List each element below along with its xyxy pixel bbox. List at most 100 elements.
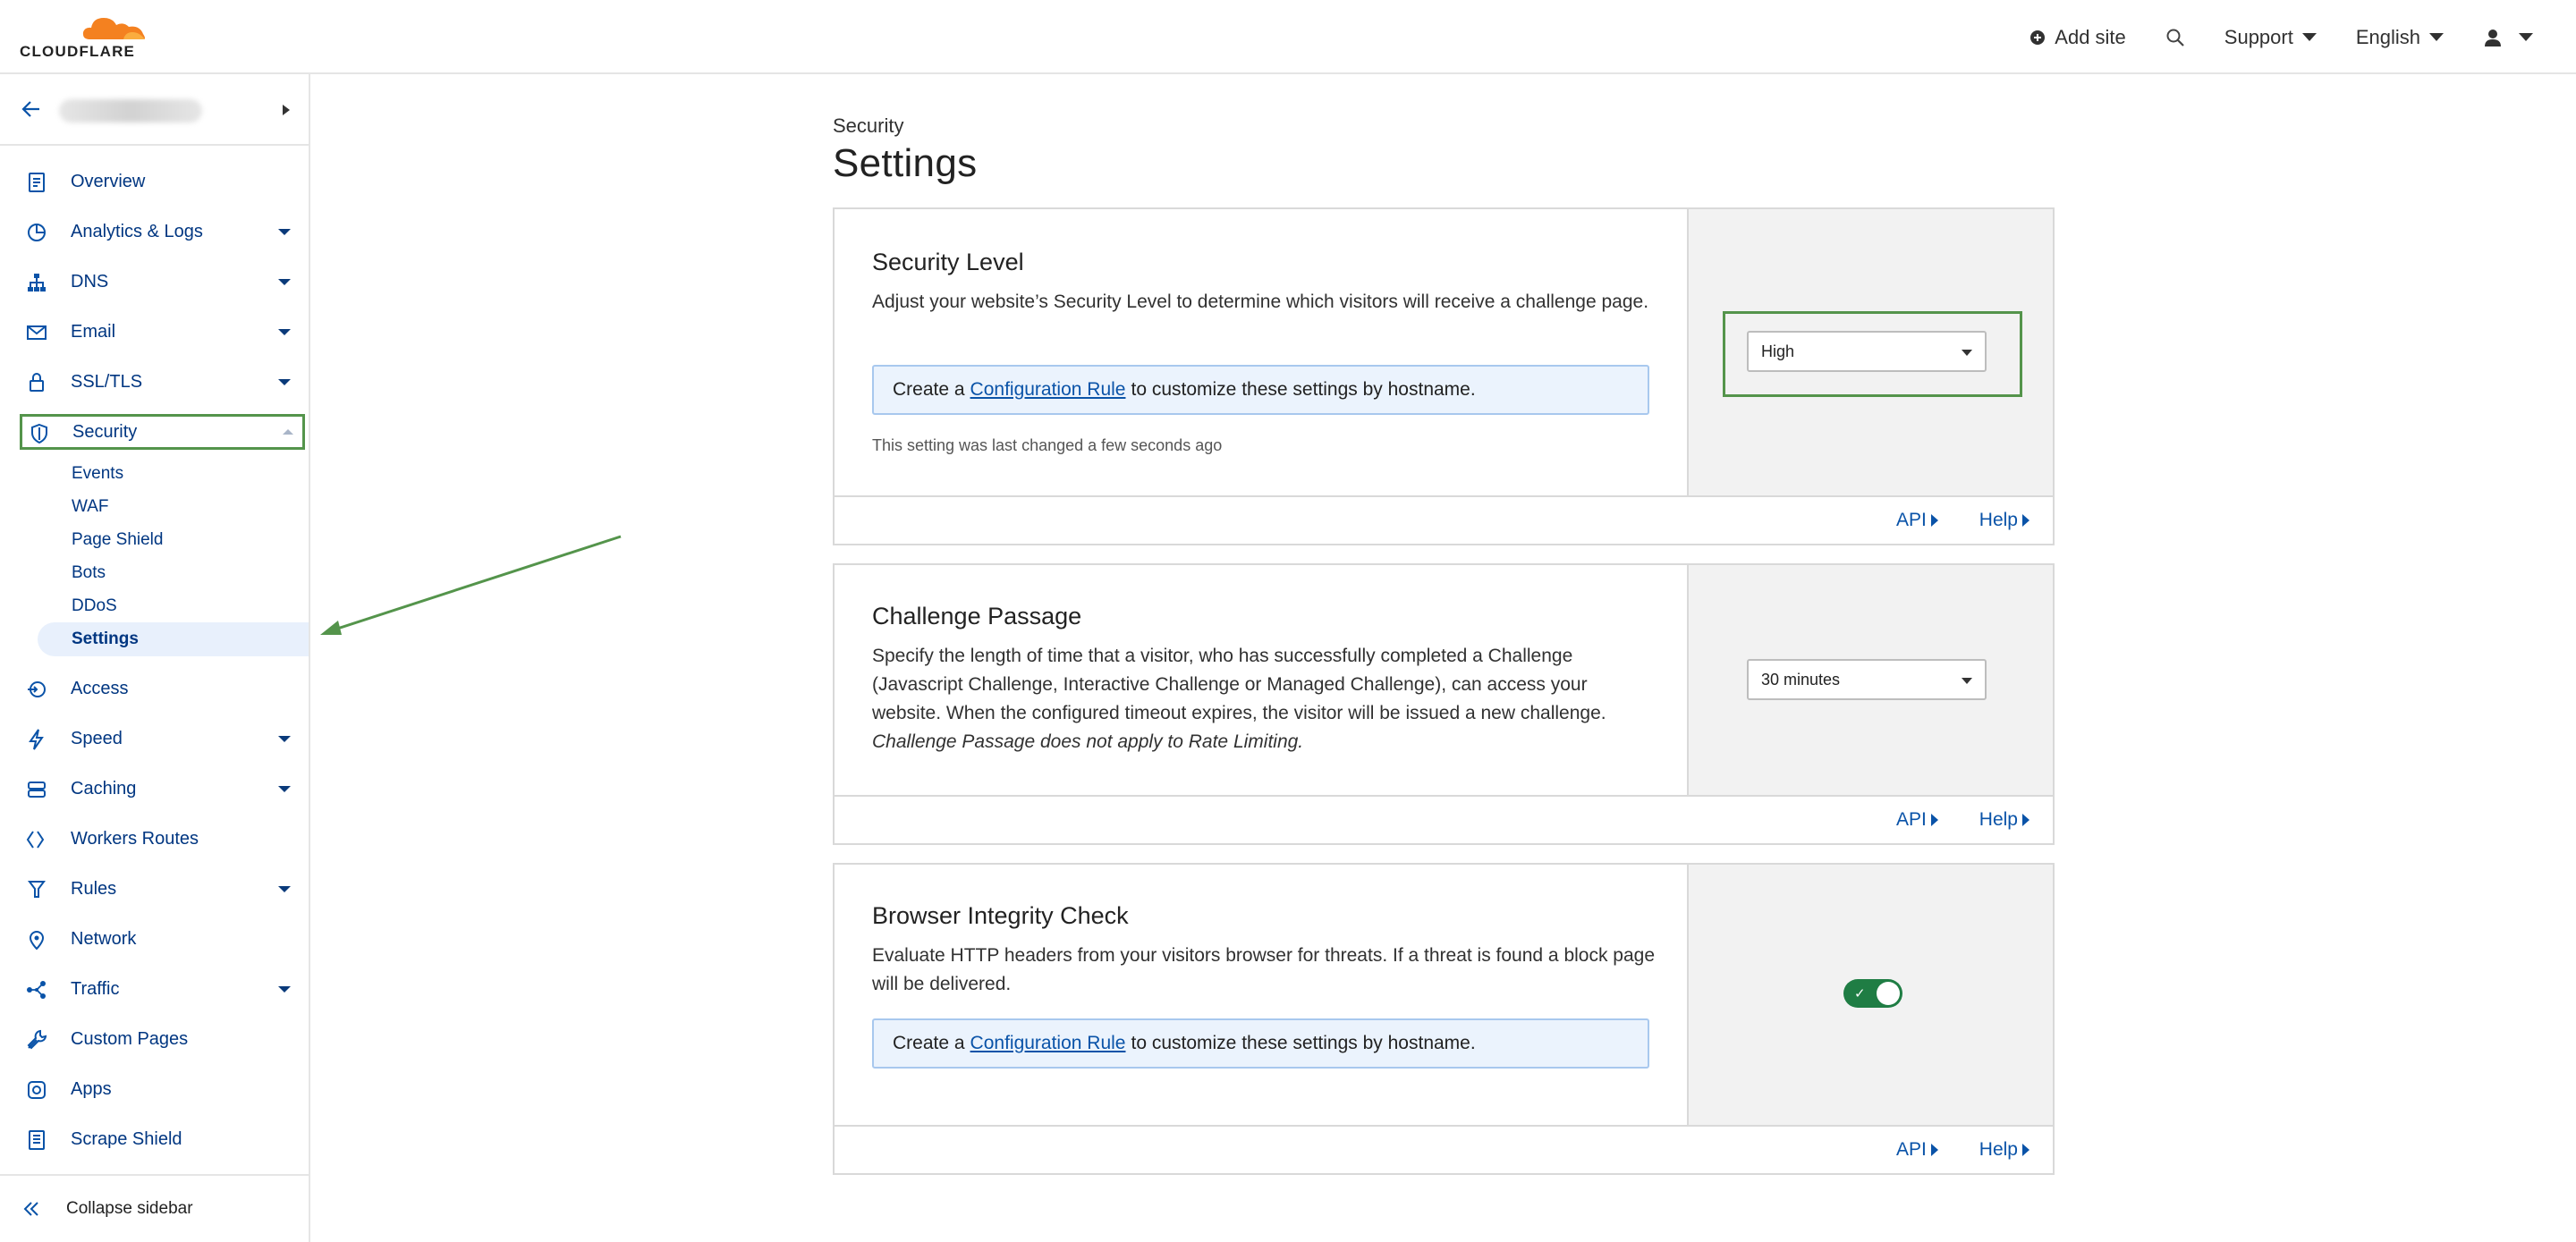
sidebar-subitem-settings[interactable]: Settings [38, 622, 309, 656]
sidebar-item-network[interactable]: Network [0, 914, 309, 964]
page-header: Security Settings [833, 114, 2055, 186]
chevron-right-icon[interactable] [283, 105, 290, 115]
sidebar-subitem-events[interactable]: Events [0, 457, 309, 490]
chevron-down-icon[interactable] [278, 329, 291, 335]
chevron-down-icon[interactable] [278, 886, 291, 892]
api-link[interactable]: API [1896, 510, 1938, 531]
configuration-rule-link[interactable]: Configuration Rule [970, 379, 1126, 401]
help-link[interactable]: Help [1979, 1139, 2029, 1161]
description-note: Challenge Passage does not apply to Rate… [872, 731, 1304, 752]
chevron-down-icon [2429, 33, 2444, 41]
card-control-panel: 30 minutes [1687, 565, 2053, 795]
sidebar-item-custom-pages[interactable]: Custom Pages [0, 1014, 309, 1064]
browser-integrity-toggle[interactable]: ✓ [1843, 979, 1902, 1008]
pie-chart-icon [28, 224, 46, 241]
chevron-down-icon[interactable] [278, 379, 291, 385]
sidebar-item-traffic[interactable]: Traffic [0, 964, 309, 1014]
collapse-label: Collapse sidebar [66, 1199, 193, 1218]
language-menu[interactable]: English [2356, 26, 2444, 49]
checkmark-icon: ✓ [1854, 985, 1866, 1001]
cloudflare-logo[interactable]: CLOUDFLARE [20, 13, 152, 60]
sidebar-item-analytics[interactable]: Analytics & Logs [0, 207, 309, 257]
workers-icon [26, 831, 45, 849]
chevron-down-icon [2301, 33, 2317, 41]
rules-icon [28, 881, 46, 898]
help-link[interactable]: Help [1979, 510, 2029, 531]
security-level-select[interactable]: High [1747, 331, 1987, 372]
help-link[interactable]: Help [1979, 809, 2029, 831]
sidebar-item-label: Email [71, 321, 116, 342]
footer-links: API Help [1896, 510, 2029, 531]
card-footer: API Help [835, 795, 2053, 843]
sidebar-item-label: DNS [71, 271, 109, 291]
sidebar-subitem-page-shield[interactable]: Page Shield [0, 523, 309, 556]
chevron-down-icon[interactable] [278, 279, 291, 285]
configuration-rule-callout: Create a Configuration Rule to customize… [872, 1018, 1649, 1069]
chevron-down-icon [2519, 33, 2533, 41]
user-menu[interactable] [2483, 28, 2533, 47]
plus-circle-icon [2030, 30, 2046, 45]
back-arrow-icon[interactable] [20, 97, 43, 121]
add-site-button[interactable]: Add site [2029, 26, 2126, 49]
challenge-passage-select[interactable]: 30 minutes [1747, 659, 1987, 700]
shield-icon [31, 423, 47, 444]
sidebar-item-access[interactable]: Access [0, 663, 309, 714]
card-control-panel: High [1687, 209, 2053, 495]
api-link[interactable]: API [1896, 1139, 1938, 1161]
sidebar-item-label: Caching [71, 778, 137, 798]
sidebar-item-security[interactable]: Security [20, 414, 305, 450]
sidebar-item-workers-routes[interactable]: Workers Routes [0, 814, 309, 864]
configuration-rule-link[interactable]: Configuration Rule [970, 1033, 1126, 1054]
card-description: Evaluate HTTP headers from your visitors… [872, 945, 1656, 994]
sidebar-subitem-waf[interactable]: WAF [0, 490, 309, 523]
chevron-down-icon[interactable] [278, 986, 291, 993]
sidebar-item-label: Security [72, 421, 138, 442]
chevron-up-icon[interactable] [283, 429, 293, 435]
sidebar-item-apps[interactable]: Apps [0, 1064, 309, 1114]
chevron-down-icon[interactable] [278, 786, 291, 792]
cloud-icon [82, 18, 145, 39]
select-value: High [1761, 342, 1795, 360]
footer-links: API Help [1896, 809, 2029, 831]
sidebar-item-speed[interactable]: Speed [0, 714, 309, 764]
site-selector[interactable] [0, 74, 309, 146]
traffic-icon [27, 981, 46, 999]
network-tree-icon [28, 274, 46, 291]
help-label: Help [1979, 1139, 2018, 1160]
lock-icon [30, 373, 44, 392]
sidebar-item-scrape-shield[interactable]: Scrape Shield [0, 1114, 309, 1164]
challenge-passage-card: Challenge Passage Specify the length of … [833, 563, 2055, 845]
sidebar-item-label: Speed [71, 728, 123, 748]
user-icon [2485, 29, 2501, 46]
sidebar-item-ssl[interactable]: SSL/TLS [0, 357, 309, 407]
card-body: Challenge Passage Specify the length of … [835, 565, 1687, 795]
card-description: Specify the length of time that a visito… [872, 642, 1659, 756]
breadcrumb: Security [833, 114, 904, 137]
sidebar-item-overview[interactable]: Overview [0, 156, 309, 207]
sidebar-item-label: Access [71, 678, 129, 698]
scrape-shield-icon [29, 1130, 45, 1150]
sidebar-subitem-ddos[interactable]: DDoS [0, 589, 309, 622]
sidebar-item-dns[interactable]: DNS [0, 257, 309, 307]
collapse-sidebar-button[interactable]: Collapse sidebar [0, 1174, 309, 1242]
caret-right-icon [2022, 814, 2029, 826]
search-button[interactable] [2165, 28, 2185, 47]
sidebar-item-label: SSL/TLS [71, 371, 143, 392]
chevron-down-icon[interactable] [278, 736, 291, 742]
api-link[interactable]: API [1896, 809, 1938, 831]
caret-right-icon [2022, 1144, 2029, 1156]
sidebar-item-caching[interactable]: Caching [0, 764, 309, 814]
chevron-down-icon[interactable] [278, 229, 291, 235]
annotation-arrow-icon [320, 535, 622, 635]
sidebar-item-rules[interactable]: Rules [0, 864, 309, 914]
caret-right-icon [1930, 514, 1938, 527]
support-menu[interactable]: Support [2224, 26, 2317, 49]
sidebar-subitem-bots[interactable]: Bots [0, 556, 309, 589]
language-label: English [2355, 25, 2420, 48]
sidebar-item-email[interactable]: Email [0, 307, 309, 357]
access-icon [28, 681, 46, 697]
sidebar-item-label: Workers Routes [71, 828, 199, 849]
card-footer: API Help [835, 495, 2053, 544]
security-level-card: Security Level Adjust your website’s Sec… [833, 207, 2055, 545]
document-icon [29, 173, 45, 192]
